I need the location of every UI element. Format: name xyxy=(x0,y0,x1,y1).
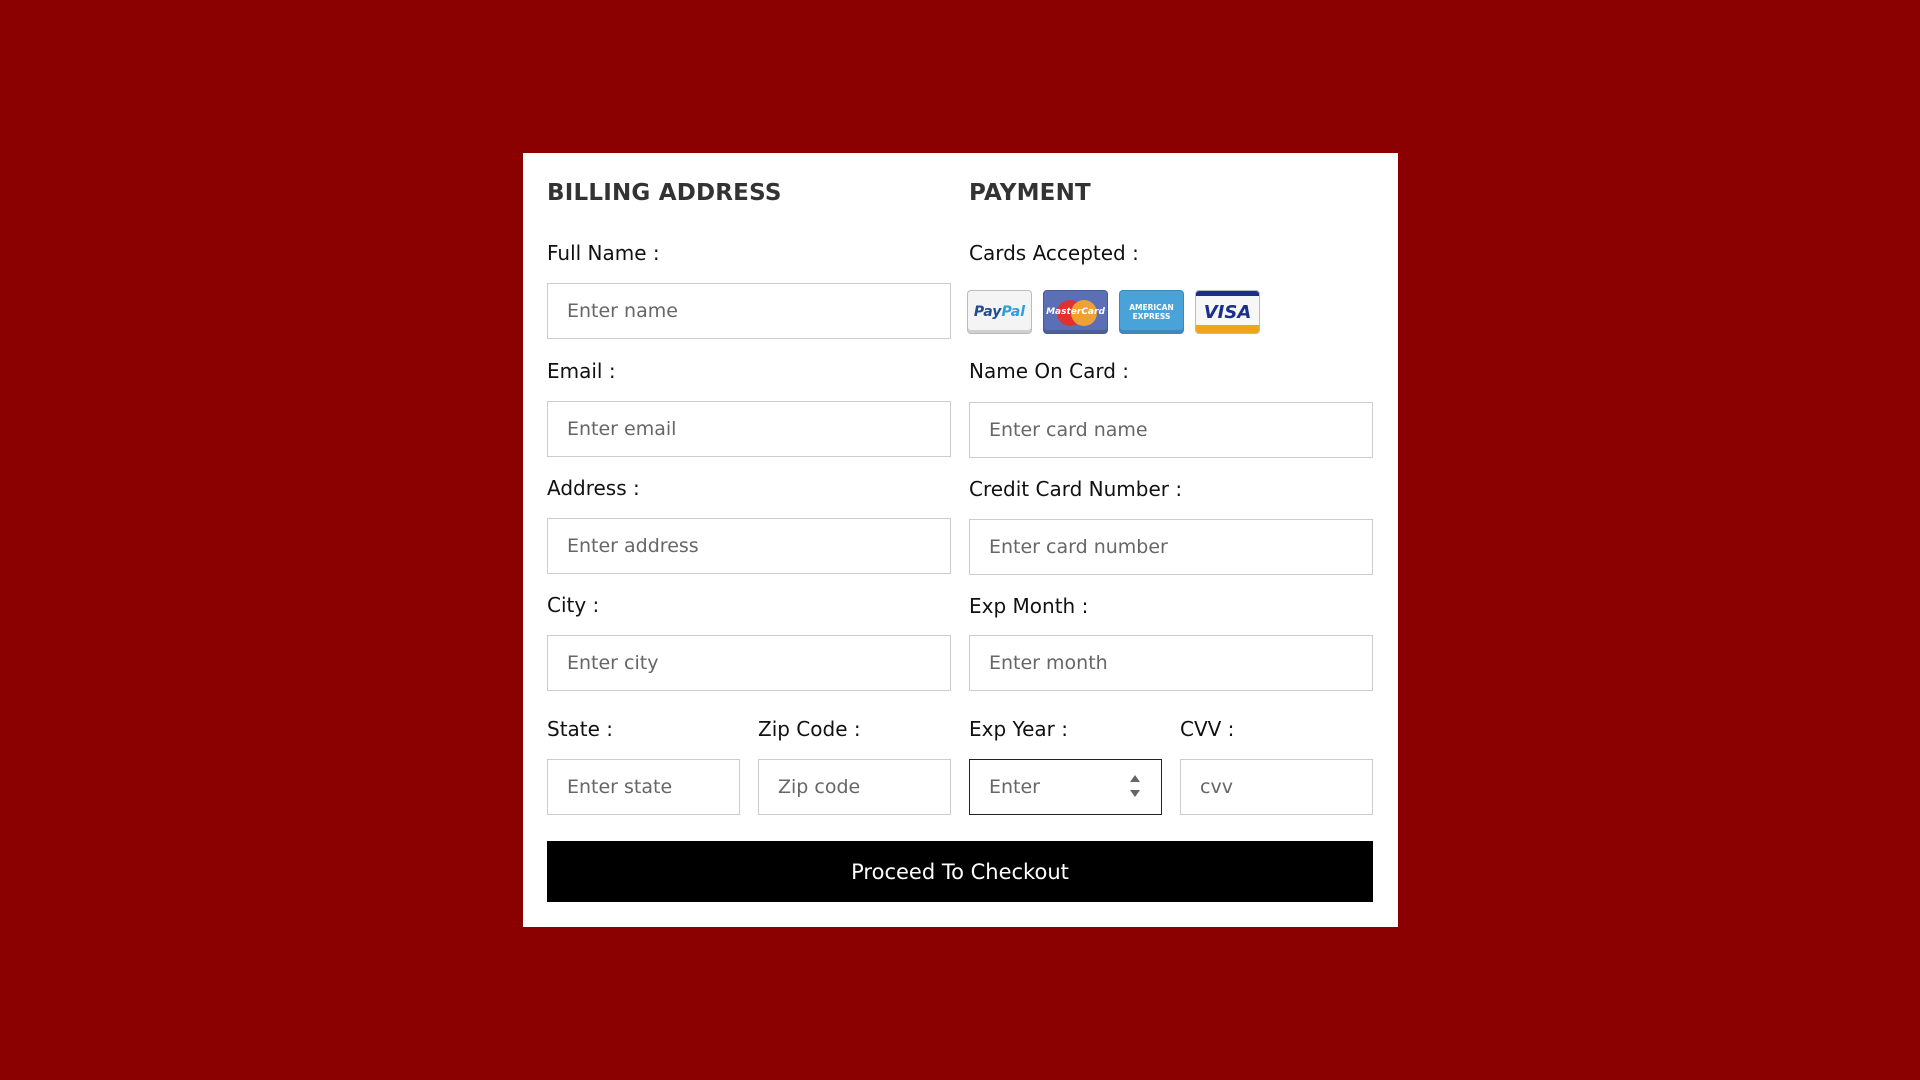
name-on-card-label: Name On Card : xyxy=(969,359,1130,383)
paypal-text-pal: Pal xyxy=(1001,304,1026,320)
email-label: Email : xyxy=(547,359,616,383)
visa-text: VISA xyxy=(1203,301,1252,323)
visa-top-stripe xyxy=(1196,291,1259,296)
accepted-cards-list: Pay Pal MasterCard AMERICAN EXPRESS VISA xyxy=(967,290,1260,334)
visa-bottom-stripe xyxy=(1196,325,1259,333)
email-input[interactable] xyxy=(547,401,951,457)
zip-code-label: Zip Code : xyxy=(758,717,861,741)
stepper-down-icon[interactable] xyxy=(1130,790,1140,797)
stepper-up-icon[interactable] xyxy=(1130,775,1140,782)
exp-month-label: Exp Month : xyxy=(969,594,1089,618)
exp-year-field xyxy=(969,759,1162,815)
amex-text-express: EXPRESS xyxy=(1132,312,1171,321)
checkout-form-card: BILLING ADDRESS Full Name : Email : Addr… xyxy=(523,153,1398,927)
paypal-text-pay: Pay xyxy=(973,304,1002,320)
visa-card-icon: VISA xyxy=(1195,290,1260,334)
card-number-input[interactable] xyxy=(969,519,1373,575)
exp-year-stepper[interactable] xyxy=(1130,773,1140,799)
mastercard-card-icon: MasterCard xyxy=(1043,290,1108,334)
address-label: Address : xyxy=(547,476,640,500)
cards-accepted-label: Cards Accepted : xyxy=(969,241,1139,265)
city-label: City : xyxy=(547,593,600,617)
american-express-card-icon: AMERICAN EXPRESS xyxy=(1119,290,1184,334)
amex-text-american: AMERICAN xyxy=(1129,303,1174,312)
city-input[interactable] xyxy=(547,635,951,691)
exp-year-label: Exp Year : xyxy=(969,717,1068,741)
billing-address-title: BILLING ADDRESS xyxy=(547,180,782,206)
full-name-label: Full Name : xyxy=(547,241,660,265)
cvv-input[interactable] xyxy=(1180,759,1373,815)
payment-title: PAYMENT xyxy=(969,180,1091,206)
cvv-label: CVV : xyxy=(1180,717,1235,741)
mastercard-text: MasterCard xyxy=(1046,307,1105,317)
proceed-to-checkout-button[interactable]: Proceed To Checkout xyxy=(547,841,1373,902)
name-on-card-input[interactable] xyxy=(969,402,1373,458)
zip-code-input[interactable] xyxy=(758,759,951,815)
exp-month-input[interactable] xyxy=(969,635,1373,691)
card-number-label: Credit Card Number : xyxy=(969,477,1183,501)
state-input[interactable] xyxy=(547,759,740,815)
full-name-input[interactable] xyxy=(547,283,951,339)
paypal-card-icon: Pay Pal xyxy=(967,290,1032,334)
address-input[interactable] xyxy=(547,518,951,574)
state-label: State : xyxy=(547,717,614,741)
